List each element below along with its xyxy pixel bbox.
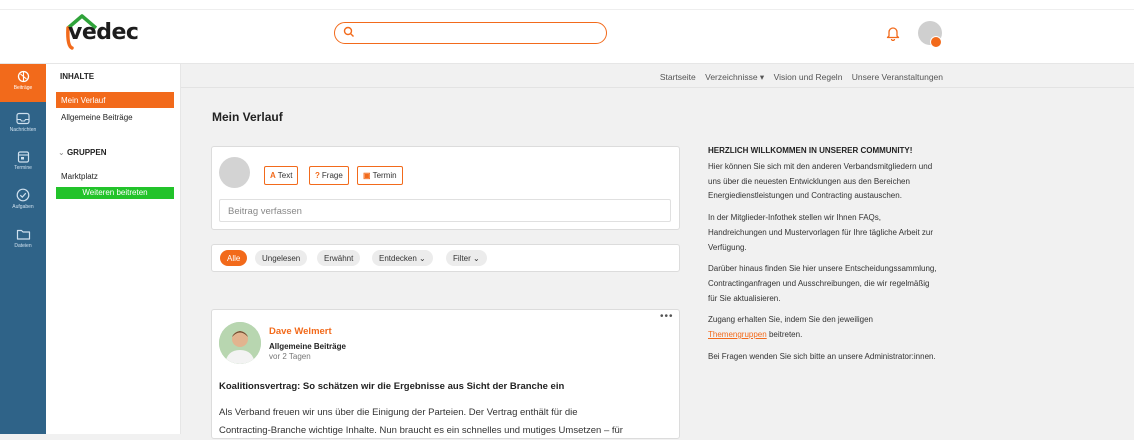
search-icon [343,26,354,37]
nav-link-veranstaltungen[interactable]: Unsere Veranstaltungen [852,72,943,82]
sidebar-item-marktplatz[interactable]: Marktplatz [56,168,174,184]
rail-item-dateien[interactable]: Dateien [0,222,46,258]
post-category[interactable]: Allgemeine Beiträge [269,342,346,351]
filter-unread[interactable]: Ungelesen [255,250,308,266]
nav-link-vision[interactable]: Vision und Regeln [774,72,843,82]
post-body: Als Verband freuen wir uns über die Eini… [219,404,674,440]
check-circle-icon [16,188,30,202]
filter-discover[interactable]: Entdecken ⌄ [372,250,433,266]
avatar-status-badge [930,36,942,48]
compose-event-label: Termin [372,171,397,180]
contributions-icon [17,70,29,83]
rail-label: Aufgaben [12,204,34,210]
sidebar-item-allgemeine-beitraege[interactable]: Allgemeine Beiträge [56,109,174,125]
author-avatar[interactable] [219,322,261,364]
logo-text: vedec [68,20,139,45]
top-divider [0,9,1134,10]
post-author[interactable]: Dave Welmert [269,326,332,337]
rail-label: Beiträge [13,85,33,91]
post-title[interactable]: Koalitionsvertrag: So schätzen wir die E… [219,381,564,392]
sidebar-item-mein-verlauf[interactable]: Mein Verlauf [56,92,174,108]
nav-link-verzeichnisse[interactable]: Verzeichnisse ▾ [705,72,764,82]
author-photo [219,322,261,364]
text-icon: A [270,171,276,180]
post-body-line: Als Verband freuen wir uns über die Eini… [219,407,578,418]
welcome-paragraph: In der Mitglieder-Infothek stellen wir I… [708,213,934,252]
welcome-paragraph: Bei Fragen wenden Sie sich bitte an unse… [708,351,936,361]
rail-item-beitraege[interactable]: Beiträge [0,64,46,102]
compose-event-button[interactable]: ▣ Termin [357,166,403,185]
compose-text-label: Text [277,171,293,180]
calendar-icon: ▣ [363,171,371,180]
filter-mentioned[interactable]: Erwähnt [317,250,361,266]
join-group-button[interactable]: Weiteren beitreten [56,187,174,199]
rail-item-aufgaben[interactable]: Aufgaben [0,182,46,218]
rail-label: Dateien [14,243,32,249]
welcome-heading: HERZLICH WILLKOMMEN IN UNSERER COMMUNITY… [708,146,913,155]
folder-icon [16,229,30,240]
welcome-panel: HERZLICH WILLKOMMEN IN UNSERER COMMUNITY… [708,146,938,371]
nav-link-startseite[interactable]: Startseite [660,72,696,82]
themengruppen-link[interactable]: Themengruppen [708,330,767,339]
compose-input[interactable]: Beitrag verfassen [219,199,671,222]
filter-dropdown[interactable]: Filter ⌄ [446,250,487,266]
more-options-icon[interactable]: ••• [660,311,674,322]
rail-label: Termine [14,165,32,171]
groups-heading-label: GRUPPEN [66,148,107,157]
welcome-text: Zugang erhalten Sie, indem Sie den jewei… [708,315,873,325]
compose-question-button[interactable]: ? Frage [309,166,349,185]
nav-links: Startseite Verzeichnisse ▾ Vision und Re… [653,72,943,83]
calendar-icon [17,151,29,163]
welcome-paragraph: Hier können Sie sich mit den anderen Ver… [708,162,933,201]
sidebar-heading: INHALTE [60,72,95,81]
compose-question-label: Frage [321,171,343,180]
question-icon: ? [315,171,320,180]
rail-item-termine[interactable]: Termine [0,144,46,180]
composer-avatar [219,157,250,188]
welcome-paragraph: Zugang erhalten Sie, indem Sie den jewei… [708,313,938,342]
rail-item-nachrichten[interactable]: Nachrichten [0,106,46,142]
page-title: Mein Verlauf [212,110,283,124]
post-body-line: Contracting-Branche wichtige Inhalte. Nu… [219,425,623,436]
inbox-icon [16,112,30,125]
post-timestamp: vor 2 Tagen [269,352,311,361]
welcome-paragraph: Darüber hinaus finden Sie hier unsere En… [708,264,937,303]
welcome-text: beitreten. [766,330,803,340]
groups-heading[interactable]: ⌄ GRUPPEN [58,148,107,157]
bell-icon[interactable] [886,25,900,41]
filter-all[interactable]: Alle [220,250,248,266]
rail-label: Nachrichten [9,127,37,133]
search-input[interactable] [334,22,607,44]
compose-text-button[interactable]: A Text [264,166,299,185]
chevron-down-icon: ⌄ [58,148,67,157]
